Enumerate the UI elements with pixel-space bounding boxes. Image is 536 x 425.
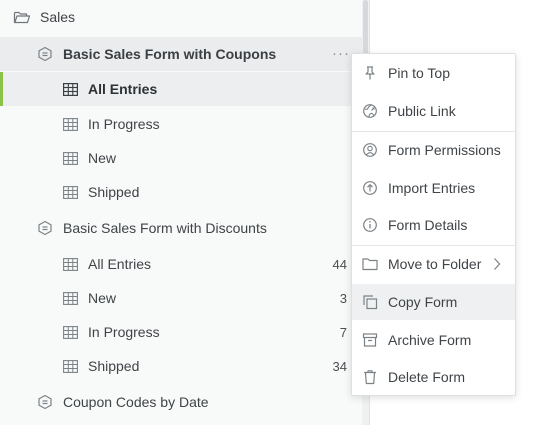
form-label: Basic Sales Form with Coupons (63, 46, 277, 62)
globe-link-icon (361, 102, 379, 120)
entry-label: In Progress (88, 116, 160, 132)
entry-row-all-entries[interactable]: All Entries 44 (0, 247, 362, 281)
table-icon (61, 149, 79, 167)
entry-count: 44 (332, 256, 347, 272)
chevron-right-icon (493, 257, 501, 274)
menu-item-delete-form[interactable]: Delete Form (352, 359, 515, 395)
menu-item-form-details[interactable]: Form Details (352, 207, 515, 243)
entry-row-shipped[interactable]: Shipped (0, 175, 362, 209)
entry-count: 3 (339, 290, 347, 306)
copy-icon (361, 293, 379, 311)
archive-icon (361, 331, 379, 349)
trash-icon (361, 368, 379, 386)
more-dots-icon: ··· (332, 44, 350, 62)
menu-item-label: Import Entries (388, 180, 476, 196)
table-icon (61, 115, 79, 133)
form-icon (36, 45, 54, 63)
forms-sidebar: Sales Basic Sales Form with Coupons ··· … (0, 0, 370, 425)
entry-row-new[interactable]: New (0, 141, 362, 175)
entry-row-new[interactable]: New 3 (0, 281, 362, 315)
menu-item-label: Archive Form (388, 332, 472, 348)
entry-label: Shipped (88, 184, 140, 200)
user-permissions-icon (361, 141, 379, 159)
entry-row-shipped[interactable]: Shipped 34 (0, 349, 362, 383)
menu-item-move-to-folder[interactable]: Move to Folder (352, 246, 515, 282)
menu-item-pin-to-top[interactable]: Pin to Top (352, 55, 515, 91)
entry-count: 7 (339, 324, 347, 340)
form-row-coupon-codes-by-date[interactable]: Coupon Codes by Date (0, 385, 362, 419)
table-icon (61, 289, 79, 307)
menu-item-label: Copy Form (388, 294, 458, 310)
menu-item-form-permissions[interactable]: Form Permissions (352, 132, 515, 168)
entry-label: New (88, 290, 117, 306)
entry-row-all-entries[interactable]: All Entries (0, 72, 362, 106)
folder-row-sales[interactable]: Sales (0, 0, 362, 34)
form-icon (36, 393, 54, 411)
menu-item-copy-form[interactable]: Copy Form (352, 284, 515, 320)
entry-label: In Progress (88, 324, 160, 340)
table-icon (61, 357, 79, 375)
menu-item-label: Delete Form (388, 369, 466, 385)
entry-label: New (88, 150, 117, 166)
folder-icon (361, 255, 379, 273)
form-row-basic-sales-coupons[interactable]: Basic Sales Form with Coupons (0, 37, 362, 71)
form-context-menu: Pin to Top Public Link Form Permissions … (351, 53, 516, 396)
menu-item-import-entries[interactable]: Import Entries (352, 170, 515, 206)
folder-label: Sales (40, 9, 76, 25)
menu-item-label: Move to Folder (388, 256, 482, 272)
entry-label: Shipped (88, 358, 140, 374)
form-row-basic-sales-discounts[interactable]: Basic Sales Form with Discounts (0, 211, 362, 245)
table-icon (61, 80, 79, 98)
menu-item-label: Form Permissions (388, 142, 501, 158)
entry-row-in-progress[interactable]: In Progress (0, 107, 362, 141)
menu-item-archive-form[interactable]: Archive Form (352, 322, 515, 358)
form-label: Basic Sales Form with Discounts (63, 220, 267, 236)
folder-icon (13, 8, 31, 26)
entry-label: All Entries (88, 81, 158, 97)
info-icon (361, 216, 379, 234)
entry-count: 34 (332, 358, 347, 374)
upload-icon (361, 179, 379, 197)
sidebar-scroll-thumb[interactable] (363, 0, 368, 56)
table-icon (61, 255, 79, 273)
form-more-options-button[interactable]: ··· (330, 43, 352, 63)
menu-item-label: Form Details (388, 217, 468, 233)
entry-row-in-progress[interactable]: In Progress 7 (0, 315, 362, 349)
menu-item-public-link[interactable]: Public Link (352, 93, 515, 129)
table-icon (61, 323, 79, 341)
table-icon (61, 183, 79, 201)
form-icon (36, 219, 54, 237)
form-label: Coupon Codes by Date (63, 394, 209, 410)
menu-item-label: Pin to Top (388, 65, 451, 81)
menu-item-label: Public Link (388, 103, 456, 119)
pin-icon (361, 64, 379, 82)
entry-label: All Entries (88, 256, 152, 272)
